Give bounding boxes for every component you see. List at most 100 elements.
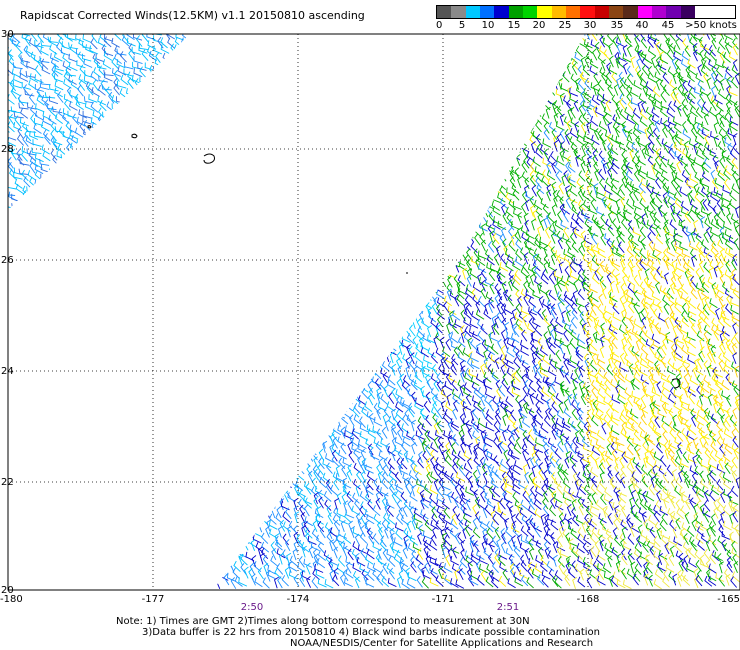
wind-barb — [487, 71, 493, 84]
wind-barb — [445, 71, 454, 83]
wind-barb — [363, 217, 368, 230]
wind-barb — [550, 150, 558, 163]
wind-barb — [395, 22, 400, 33]
wind-barb — [337, 374, 346, 386]
wind-barb — [424, 146, 431, 159]
wind-barb — [257, 253, 263, 265]
wind-barb — [596, 319, 605, 331]
wind-barb — [91, 126, 100, 138]
wind-barb — [282, 226, 292, 237]
wind-barb — [269, 78, 275, 91]
wind-barb — [261, 43, 269, 55]
wind-barb — [323, 305, 332, 315]
wind-barb — [499, 84, 506, 97]
wind-barb — [297, 288, 304, 301]
wind-barb — [364, 276, 373, 288]
wind-barb — [215, 255, 221, 268]
wind-barb — [291, 134, 298, 147]
wind-barb — [458, 142, 464, 155]
wind-barb — [322, 162, 328, 175]
wind-barb — [615, 198, 621, 211]
wind-barb — [262, 239, 269, 251]
wind-barb — [663, 34, 670, 42]
wind-barb — [430, 127, 436, 140]
wind-barb — [61, 186, 70, 197]
wind-barb — [542, 85, 548, 98]
wind-barb — [615, 107, 621, 119]
wind-barb — [166, 200, 176, 210]
wind-barb — [330, 170, 338, 182]
wind-barb — [221, 97, 226, 110]
wind-barb — [488, 91, 494, 104]
wind-barb — [235, 48, 241, 61]
wind-barb — [297, 401, 306, 412]
wind-barb — [662, 337, 668, 350]
wind-barb — [325, 34, 334, 35]
wind-barb — [456, 80, 466, 90]
wind-barb — [245, 135, 254, 146]
wind-barb — [446, 100, 452, 113]
wind-barb — [306, 99, 313, 112]
wind-barb — [351, 34, 360, 42]
wind-barb — [277, 372, 284, 385]
wind-barb — [562, 71, 570, 83]
wind-barb — [248, 34, 257, 35]
wind-barb — [221, 217, 229, 229]
wind-barb — [468, 52, 475, 65]
wind-barb — [265, 329, 272, 342]
wind-barb — [391, 34, 401, 41]
wind-barb — [127, 171, 135, 184]
wind-barb — [530, 141, 536, 154]
wind-barb — [564, 34, 570, 35]
wind-barb — [328, 177, 334, 190]
wind-barb — [56, 172, 66, 183]
wind-barb — [469, 143, 478, 153]
wind-barb — [243, 373, 250, 385]
wind-barb — [313, 155, 320, 167]
wind-barb — [290, 380, 297, 393]
wind-barb — [706, 77, 712, 90]
wind-barb — [235, 85, 242, 97]
wind-barb — [324, 324, 331, 336]
wind-barb — [519, 135, 528, 147]
wind-barb — [505, 106, 511, 119]
wind-barb — [510, 409, 517, 422]
wind-barb — [336, 283, 345, 293]
wind-barb — [412, 120, 419, 132]
wind-barb — [404, 35, 410, 48]
wind-barb — [380, 210, 389, 222]
wind-barb — [453, 50, 459, 63]
wind-barb — [334, 51, 340, 64]
wind-barb — [333, 366, 340, 379]
wind-barb — [303, 317, 311, 329]
wind-barb — [405, 56, 412, 69]
wind-barb — [418, 247, 423, 260]
wind-barb — [322, 249, 332, 259]
wind-barb — [348, 265, 353, 278]
wind-barb — [255, 114, 263, 126]
wind-barb — [300, 177, 305, 190]
wind-barb — [336, 83, 342, 96]
wind-barb — [169, 50, 176, 63]
wind-barb — [460, 55, 466, 68]
wind-barb — [311, 51, 319, 63]
wind-barb — [441, 51, 451, 61]
wind-barb — [283, 350, 290, 363]
wind-barb — [391, 183, 398, 196]
wind-barb — [447, 305, 457, 316]
wind-barb — [549, 37, 555, 50]
wind-barb — [240, 303, 247, 315]
wind-barb — [414, 163, 420, 176]
wind-barb — [220, 299, 229, 309]
wind-barb — [327, 71, 334, 84]
wind-barb — [229, 129, 236, 142]
wind-barb — [629, 87, 639, 97]
wind-barb — [244, 59, 250, 71]
wind-barb — [312, 114, 321, 125]
wind-barb — [514, 122, 522, 135]
wind-barb — [353, 213, 363, 224]
wind-barb — [663, 141, 669, 154]
wind-barb — [472, 128, 480, 141]
wind-barb — [523, 41, 530, 54]
wind-barb — [256, 92, 262, 105]
